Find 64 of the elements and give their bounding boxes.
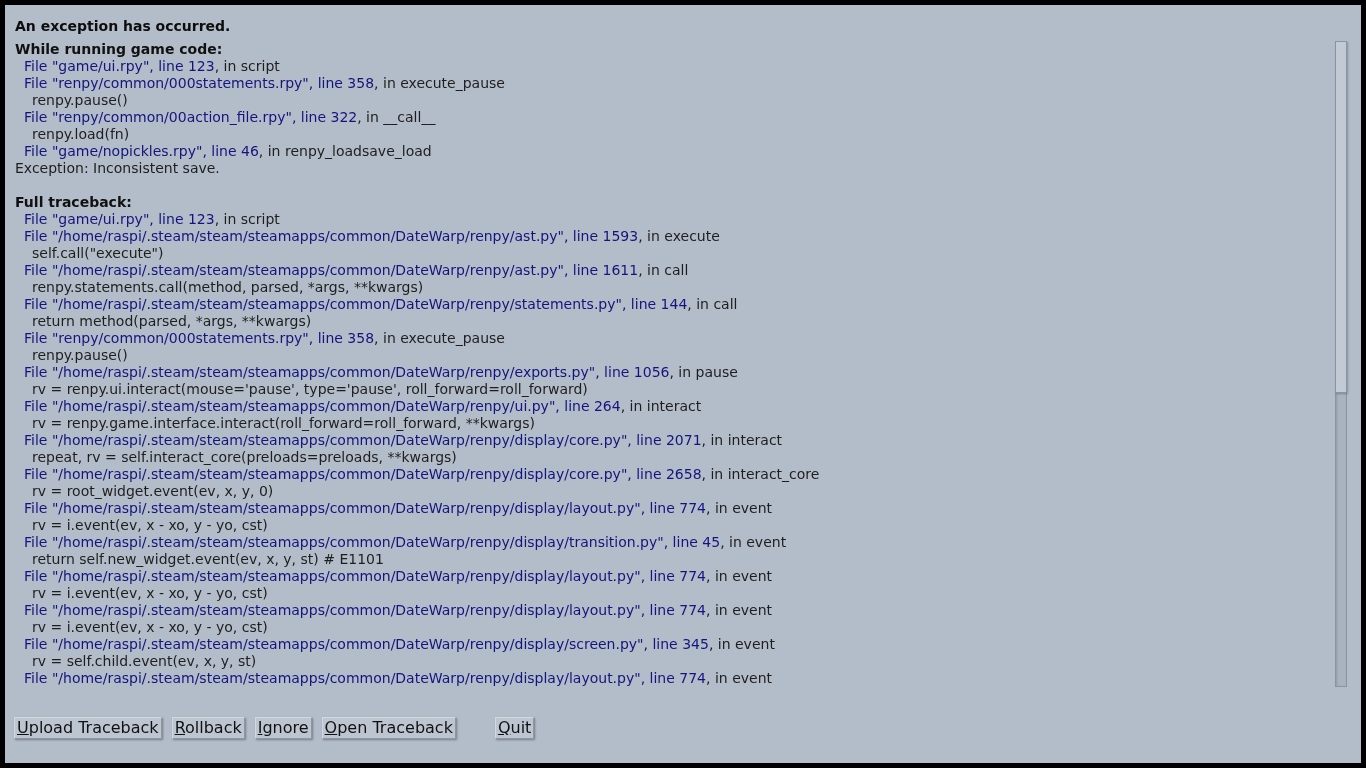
exception-message: Exception: Inconsistent save.	[15, 160, 220, 177]
file-link[interactable]: File "/home/raspi/.steam/steam/steamapps/common/DateWarp/renpy/display/layout.py", line 774	[24, 500, 707, 517]
frame-location-text: , in event	[706, 670, 773, 687]
file-link[interactable]: File "/home/raspi/.steam/steam/steamapps/common/DateWarp/renpy/ui.py", line 264	[24, 398, 621, 415]
file-link[interactable]: File "/home/raspi/.steam/steam/steamapps/common/DateWarp/renpy/display/core.py", line 2658	[24, 466, 702, 483]
code-line: rv = renpy.game.interface.interact(roll_forward=roll_forward, **kwargs)	[32, 415, 535, 432]
frame-location-text: , in execute_pause	[374, 75, 505, 92]
file-link[interactable]: File "game/nopickles.rpy", line 46	[24, 143, 259, 160]
file-link[interactable]: File "/home/raspi/.steam/steam/steamapps/common/DateWarp/renpy/display/transition.py", line 45	[24, 534, 721, 551]
file-link[interactable]: File "/home/raspi/.steam/steam/steamapps/common/DateWarp/renpy/ast.py", line 1593	[24, 228, 639, 245]
open-traceback-button[interactable]: Open Traceback	[321, 717, 456, 739]
code-line: rv = self.child.event(ev, x, y, st)	[32, 653, 257, 670]
frame-location-text: , in event	[708, 636, 775, 653]
error-title: An exception has occurred.	[15, 18, 232, 35]
file-link[interactable]: File "renpy/common/000statements.rpy", line 358	[24, 75, 375, 92]
section-heading: Full traceback:	[15, 194, 133, 211]
frame-location-text: , in event	[720, 534, 787, 551]
scrollbar[interactable]	[1335, 41, 1347, 687]
frame-location-text: , in __call__	[357, 109, 436, 126]
frame-location-text: , in script	[214, 58, 280, 75]
file-link[interactable]: File "/home/raspi/.steam/steam/steamapps/common/DateWarp/renpy/display/core.py", line 2071	[24, 432, 702, 449]
rollback-button[interactable]: Rollback	[171, 717, 245, 739]
code-line: repeat, rv = self.interact_core(preloads=preloads, **kwargs)	[32, 449, 457, 466]
frame-location-text: , in event	[706, 568, 773, 585]
code-line: rv = renpy.ui.interact(mouse='pause', type='pause', roll_forward=roll_forward)	[32, 381, 588, 398]
frame-location-text: , in execute	[638, 228, 720, 245]
scrollbar-thumb[interactable]	[1335, 41, 1347, 393]
file-link[interactable]: File "/home/raspi/.steam/steam/steamapps/common/DateWarp/renpy/statements.py", line 144	[24, 296, 688, 313]
quit-button[interactable]: Quit	[494, 717, 535, 739]
frame-location-text: , in interact_core	[701, 466, 820, 483]
code-line: rv = i.event(ev, x - xo, y - yo, cst)	[32, 517, 268, 534]
file-link[interactable]: File "/home/raspi/.steam/steam/steamapps/common/DateWarp/renpy/ast.py", line 1611	[24, 262, 639, 279]
code-line: self.call("execute")	[32, 245, 164, 262]
file-link[interactable]: File "/home/raspi/.steam/steam/steamapps/common/DateWarp/renpy/display/layout.py", line 774	[24, 602, 707, 619]
ignore-button[interactable]: Ignore	[254, 717, 312, 739]
frame-location-text: , in renpy_loadsave_load	[258, 143, 432, 160]
section-heading: While running game code:	[15, 41, 224, 58]
code-line: renpy.statements.call(method, parsed, *args, **kwargs)	[32, 279, 424, 296]
upload-traceback-button[interactable]: Upload Traceback	[14, 717, 162, 739]
file-link[interactable]: File "game/ui.rpy", line 123	[24, 211, 215, 228]
file-link[interactable]: File "/home/raspi/.steam/steam/steamapps/common/DateWarp/renpy/display/layout.py", line 774	[24, 568, 707, 585]
file-link[interactable]: File "game/ui.rpy", line 123	[24, 58, 215, 75]
file-link[interactable]: File "/home/raspi/.steam/steam/steamapps/common/DateWarp/renpy/exports.py", line 1056	[24, 364, 670, 381]
frame-location-text: , in pause	[669, 364, 738, 381]
code-line: rv = i.event(ev, x - xo, y - yo, cst)	[32, 585, 268, 602]
frame-location-text: , in event	[706, 500, 773, 517]
frame-location-text: , in interact	[620, 398, 702, 415]
code-line: renpy.pause()	[32, 347, 128, 364]
file-link[interactable]: File "renpy/common/00action_file.rpy", line 322	[24, 109, 358, 126]
code-line: renpy.load(fn)	[32, 126, 130, 143]
code-line: return method(parsed, *args, **kwargs)	[32, 313, 312, 330]
frame-location-text: , in call	[638, 262, 689, 279]
file-link[interactable]: File "/home/raspi/.steam/steam/steamapps/common/DateWarp/renpy/display/screen.py", line 345	[24, 636, 709, 653]
code-line: return self.new_widget.event(ev, x, y, st) # E1101	[32, 551, 384, 568]
frame-location-text: , in call	[687, 296, 738, 313]
code-line: rv = root_widget.event(ev, x, y, 0)	[32, 483, 274, 500]
frame-location-text: , in script	[214, 211, 280, 228]
frame-location-text: , in execute_pause	[374, 330, 505, 347]
file-link[interactable]: File "/home/raspi/.steam/steam/steamapps/common/DateWarp/renpy/display/layout.py", line 774	[24, 670, 707, 687]
file-link[interactable]: File "renpy/common/000statements.rpy", line 358	[24, 330, 375, 347]
frame-location-text: , in interact	[701, 432, 783, 449]
code-line: rv = i.event(ev, x - xo, y - yo, cst)	[32, 619, 268, 636]
code-line: renpy.pause()	[32, 92, 128, 109]
frame-location-text: , in event	[706, 602, 773, 619]
